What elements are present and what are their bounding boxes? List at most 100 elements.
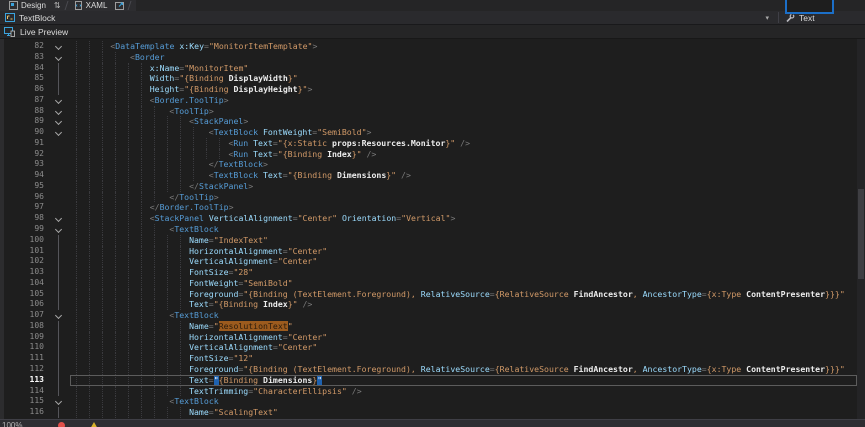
token-s: }" xyxy=(445,138,455,148)
scrollbar-thumb[interactable] xyxy=(858,189,864,279)
fold-chevron-icon[interactable] xyxy=(55,43,62,50)
token-w: FindAncestor xyxy=(574,289,633,299)
live-preview-bar[interactable]: Live Preview xyxy=(0,25,865,39)
code-line[interactable]: 87<Border.ToolTip> xyxy=(0,95,857,106)
code-line[interactable]: 82<DataTemplate x:Key="MonitorItemTempla… xyxy=(0,41,857,52)
code-line[interactable]: 102VerticalAlignment="Center" xyxy=(0,256,857,267)
token-d: /> xyxy=(455,138,470,148)
code-line[interactable]: 116Name="ScalingText" xyxy=(0,407,857,418)
focus-outline-box xyxy=(785,0,834,14)
code-line[interactable]: 101HorizontalAlignment="Center" xyxy=(0,246,857,257)
code-line[interactable]: 97</Border.ToolTip> xyxy=(0,202,857,213)
token-a: Name xyxy=(189,407,209,417)
vertical-scrollbar[interactable] xyxy=(857,39,865,419)
fold-region-line xyxy=(58,84,59,95)
fold-region-line xyxy=(58,289,59,300)
code-line[interactable]: 107<TextBlock xyxy=(0,310,857,321)
code-line[interactable]: 99<TextBlock xyxy=(0,224,857,235)
fold-margin xyxy=(44,396,71,407)
code-line[interactable]: 109HorizontalAlignment="Center" xyxy=(0,332,857,343)
fold-margin xyxy=(44,127,71,138)
token-s: }" xyxy=(386,170,396,180)
code-text: Foreground="{Binding (TextElement.Foregr… xyxy=(71,289,857,300)
code-line[interactable]: 93</TextBlock> xyxy=(0,159,857,170)
token-a: Text xyxy=(248,149,273,159)
code-text: Text="{Binding Dimensions}" xyxy=(71,375,857,386)
tab-xaml[interactable]: XAML xyxy=(69,0,113,11)
code-editor[interactable]: 82<DataTemplate x:Key="MonitorItemTempla… xyxy=(0,39,857,419)
token-w: DisplayHeight xyxy=(234,84,298,94)
code-line[interactable]: 95</StackPanel> xyxy=(0,181,857,192)
code-line[interactable]: 115<TextBlock xyxy=(0,396,857,407)
tab-separator xyxy=(64,1,68,10)
fold-chevron-icon[interactable] xyxy=(55,226,62,233)
code-text-area: <Run Text="{x:Static props:Resources.Mon… xyxy=(71,138,857,149)
code-line[interactable]: 103FontSize="28" xyxy=(0,267,857,278)
code-line[interactable]: 89<StackPanel> xyxy=(0,116,857,127)
token-w: Index xyxy=(263,299,288,309)
design-icon xyxy=(9,1,18,10)
line-number: 85 xyxy=(0,73,44,84)
code-line[interactable]: 114TextTrimming="CharacterEllipsis" /> xyxy=(0,386,857,397)
code-line[interactable]: 86Height="{Binding DisplayHeight}"> xyxy=(0,84,857,95)
token-s: "28" xyxy=(233,267,253,277)
code-line[interactable]: 90<TextBlock FontWeight="SemiBold"> xyxy=(0,127,857,138)
code-text: <TextBlock xyxy=(71,396,857,407)
code-line[interactable]: 88 <ToolTip> xyxy=(0,106,857,117)
fold-margin xyxy=(44,106,71,117)
tab-design[interactable]: Design xyxy=(4,0,51,11)
popout-pane-icon[interactable] xyxy=(112,1,127,10)
fold-margin xyxy=(44,73,71,84)
code-line[interactable]: 105Foreground="{Binding (TextElement.For… xyxy=(0,289,857,300)
code-text-area: <TextBlock xyxy=(71,396,857,407)
line-number: 116 xyxy=(0,407,44,418)
code-text: Text="{Binding Index}" /> xyxy=(71,299,857,310)
fold-region-line xyxy=(58,299,59,310)
code-line[interactable]: 85Width="{Binding DisplayWidth}" xyxy=(0,73,857,84)
fold-margin xyxy=(44,224,71,235)
code-line[interactable]: 94<TextBlock Text="{Binding Dimensions}"… xyxy=(0,170,857,181)
fold-chevron-icon[interactable] xyxy=(55,129,62,136)
xaml-doc-icon xyxy=(74,1,83,10)
line-number: 83 xyxy=(0,52,44,63)
code-text: <ToolTip> xyxy=(71,106,857,117)
token-s: "MonitorItemTemplate" xyxy=(209,41,313,51)
token-s: "Center" xyxy=(298,213,337,223)
fold-chevron-icon[interactable] xyxy=(55,215,62,222)
error-icon[interactable] xyxy=(58,422,65,427)
fold-chevron-icon[interactable] xyxy=(55,54,62,61)
zoom-level[interactable]: 100% xyxy=(2,421,22,427)
swap-panes-icon[interactable]: ⇅ xyxy=(51,1,64,10)
code-line[interactable]: 83<Border xyxy=(0,52,857,63)
code-line[interactable]: 92<Run Text="{Binding Index}" /> xyxy=(0,149,857,160)
code-line[interactable]: 113Text="{Binding Dimensions}" xyxy=(0,375,857,386)
code-line[interactable]: 104FontWeight="SemiBold" xyxy=(0,278,857,289)
fold-chevron-icon[interactable] xyxy=(55,108,62,115)
token-a: Foreground xyxy=(189,289,238,299)
code-line[interactable]: 108Name="ResolutionText" xyxy=(0,321,857,332)
fold-chevron-icon[interactable] xyxy=(55,398,62,405)
code-line[interactable]: 96</ToolTip> xyxy=(0,192,857,203)
code-line[interactable]: 100Name="IndexText" xyxy=(0,235,857,246)
fold-chevron-icon[interactable] xyxy=(55,118,62,125)
fold-chevron-icon[interactable] xyxy=(55,312,62,319)
token-s: }}}" xyxy=(825,289,845,299)
code-line[interactable]: 84x:Name="MonitorItem" xyxy=(0,63,857,74)
line-number: 102 xyxy=(0,256,44,267)
chevron-down-icon[interactable]: ▾ xyxy=(761,14,773,22)
code-line[interactable]: 106Text="{Binding Index}" /> xyxy=(0,299,857,310)
code-line[interactable]: 91<Run Text="{x:Static props:Resources.M… xyxy=(0,138,857,149)
warning-icon[interactable] xyxy=(90,422,98,427)
code-line[interactable]: 110VerticalAlignment="Center" xyxy=(0,342,857,353)
code-line[interactable]: 98<StackPanel VerticalAlignment="Center"… xyxy=(0,213,857,224)
element-dropdown[interactable]: TextBlock ▾ xyxy=(0,11,778,24)
line-number: 88 xyxy=(0,106,44,117)
fold-margin xyxy=(44,159,71,170)
fold-chevron-icon[interactable] xyxy=(55,97,62,104)
code-line[interactable]: 111FontSize="12" xyxy=(0,353,857,364)
line-number: 89 xyxy=(0,116,44,127)
fold-margin xyxy=(44,41,71,52)
code-line[interactable]: 112Foreground="{Binding (TextElement.For… xyxy=(0,364,857,375)
token-s: " xyxy=(214,321,219,331)
token-d: </ xyxy=(169,192,179,202)
